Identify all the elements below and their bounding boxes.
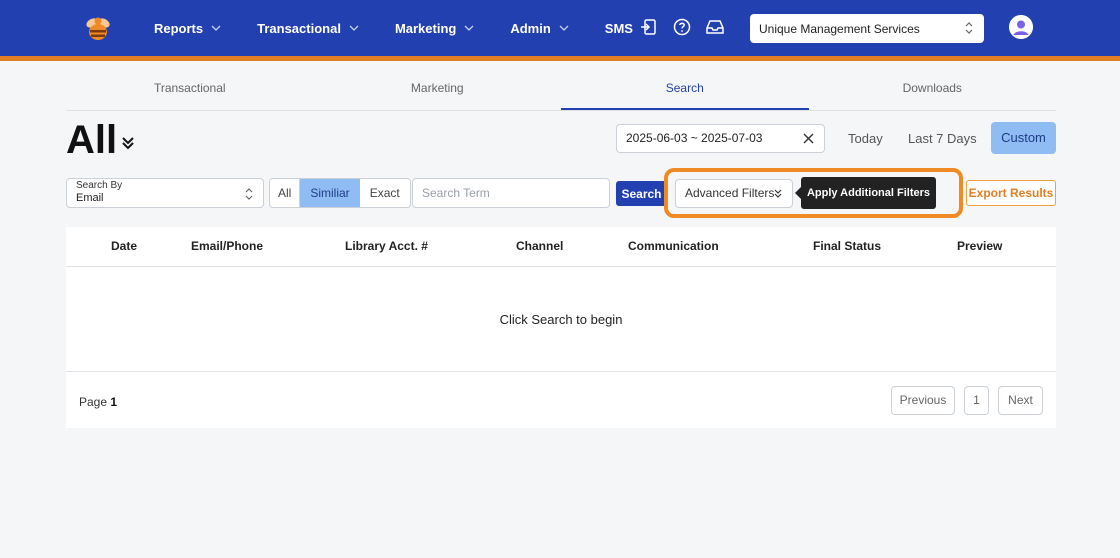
logout-icon[interactable] [638,16,660,38]
nav-reports[interactable]: Reports [154,21,221,36]
column-header-date[interactable]: Date [111,227,137,266]
column-header-preview[interactable]: Preview [957,227,1002,266]
organization-select[interactable]: Unique Management Services [750,14,984,43]
tab-marketing[interactable]: Marketing [314,70,562,110]
nav-transactional[interactable]: Transactional [257,21,359,36]
column-header-library-acct[interactable]: Library Acct. # [345,227,428,266]
nav-sms[interactable]: SMS [605,21,633,36]
double-chevron-down-icon [774,189,782,198]
chevron-down-icon [211,25,221,31]
nav-sms-label: SMS [604,20,633,36]
match-mode-group: All Similiar Exact [269,178,411,208]
match-all-button[interactable]: All [270,179,301,207]
advanced-filters-label: Advanced Filters [685,186,775,200]
column-header-final-status[interactable]: Final Status [813,227,881,266]
page-label: Page [79,395,111,409]
chevron-down-icon [559,25,569,31]
chevron-down-icon [464,25,474,31]
nav-marketing[interactable]: Marketing [395,21,474,36]
last-7-days-button[interactable]: Last 7 Days [908,124,977,154]
column-header-email-phone[interactable]: Email/Phone [191,227,263,266]
search-button[interactable]: Search [616,181,667,206]
organization-select-value: Unique Management Services [759,21,920,36]
search-by-value: Email [76,192,104,204]
search-by-select[interactable]: Search By Email [66,178,264,208]
select-arrows-icon [965,22,973,34]
results-table: Date Email/Phone Library Acct. # Channel… [66,227,1056,428]
nav-reports-label: Reports [154,20,204,36]
page-title: All [66,118,118,162]
nav-marketing-label: Marketing [394,20,457,36]
nav-admin-label: Admin [510,20,551,36]
date-range-input[interactable]: 2025-06-03 ~ 2025-07-03 [616,124,825,153]
page-indicator: Page 1 [79,395,117,409]
match-exact-button[interactable]: Exact [360,179,410,207]
page-number: 1 [110,395,118,409]
close-icon[interactable] [803,133,814,144]
nav-transactional-label: Transactional [257,20,341,36]
select-arrows-icon [245,188,253,200]
table-header: Date Email/Phone Library Acct. # Channel… [66,227,1056,267]
tab-transactional[interactable]: Transactional [66,70,314,110]
search-by-label: Search By [76,180,123,191]
match-similiar-button[interactable]: Similiar [300,179,360,207]
export-results-button[interactable]: Export Results [966,180,1056,206]
top-navbar: Reports Transactional Marketing Admin SM… [0,0,1120,56]
apply-filters-tooltip: Apply Additional Filters [795,177,936,209]
search-term-input[interactable] [412,178,610,208]
empty-state-message: Click Search to begin [66,267,1056,372]
column-header-channel[interactable]: Channel [516,227,563,266]
user-avatar-icon[interactable] [1009,15,1033,39]
previous-page-button[interactable]: Previous [891,386,955,415]
column-header-communication[interactable]: Communication [628,227,719,266]
main-nav-menu: Reports Transactional Marketing Admin SM… [154,0,669,56]
nav-admin[interactable]: Admin [510,20,569,36]
chevron-down-icon [349,25,359,31]
tab-downloads[interactable]: Downloads [809,70,1057,110]
tab-search[interactable]: Search [561,70,809,110]
nav-accent-stripe [0,56,1120,61]
double-chevron-down-icon[interactable] [121,136,135,150]
today-button[interactable]: Today [848,124,883,154]
help-icon[interactable] [671,16,693,38]
inbox-icon[interactable] [704,16,726,38]
advanced-filters-button[interactable]: Advanced Filters [675,179,793,208]
nav-icon-group [638,16,737,38]
next-page-button[interactable]: Next [998,386,1043,415]
date-range-value: 2025-06-03 ~ 2025-07-03 [626,131,763,145]
section-tabs: Transactional Marketing Search Downloads [66,70,1056,111]
page-1-button[interactable]: 1 [964,386,989,415]
custom-range-button[interactable]: Custom [991,122,1056,154]
bee-logo-icon[interactable] [82,12,114,44]
